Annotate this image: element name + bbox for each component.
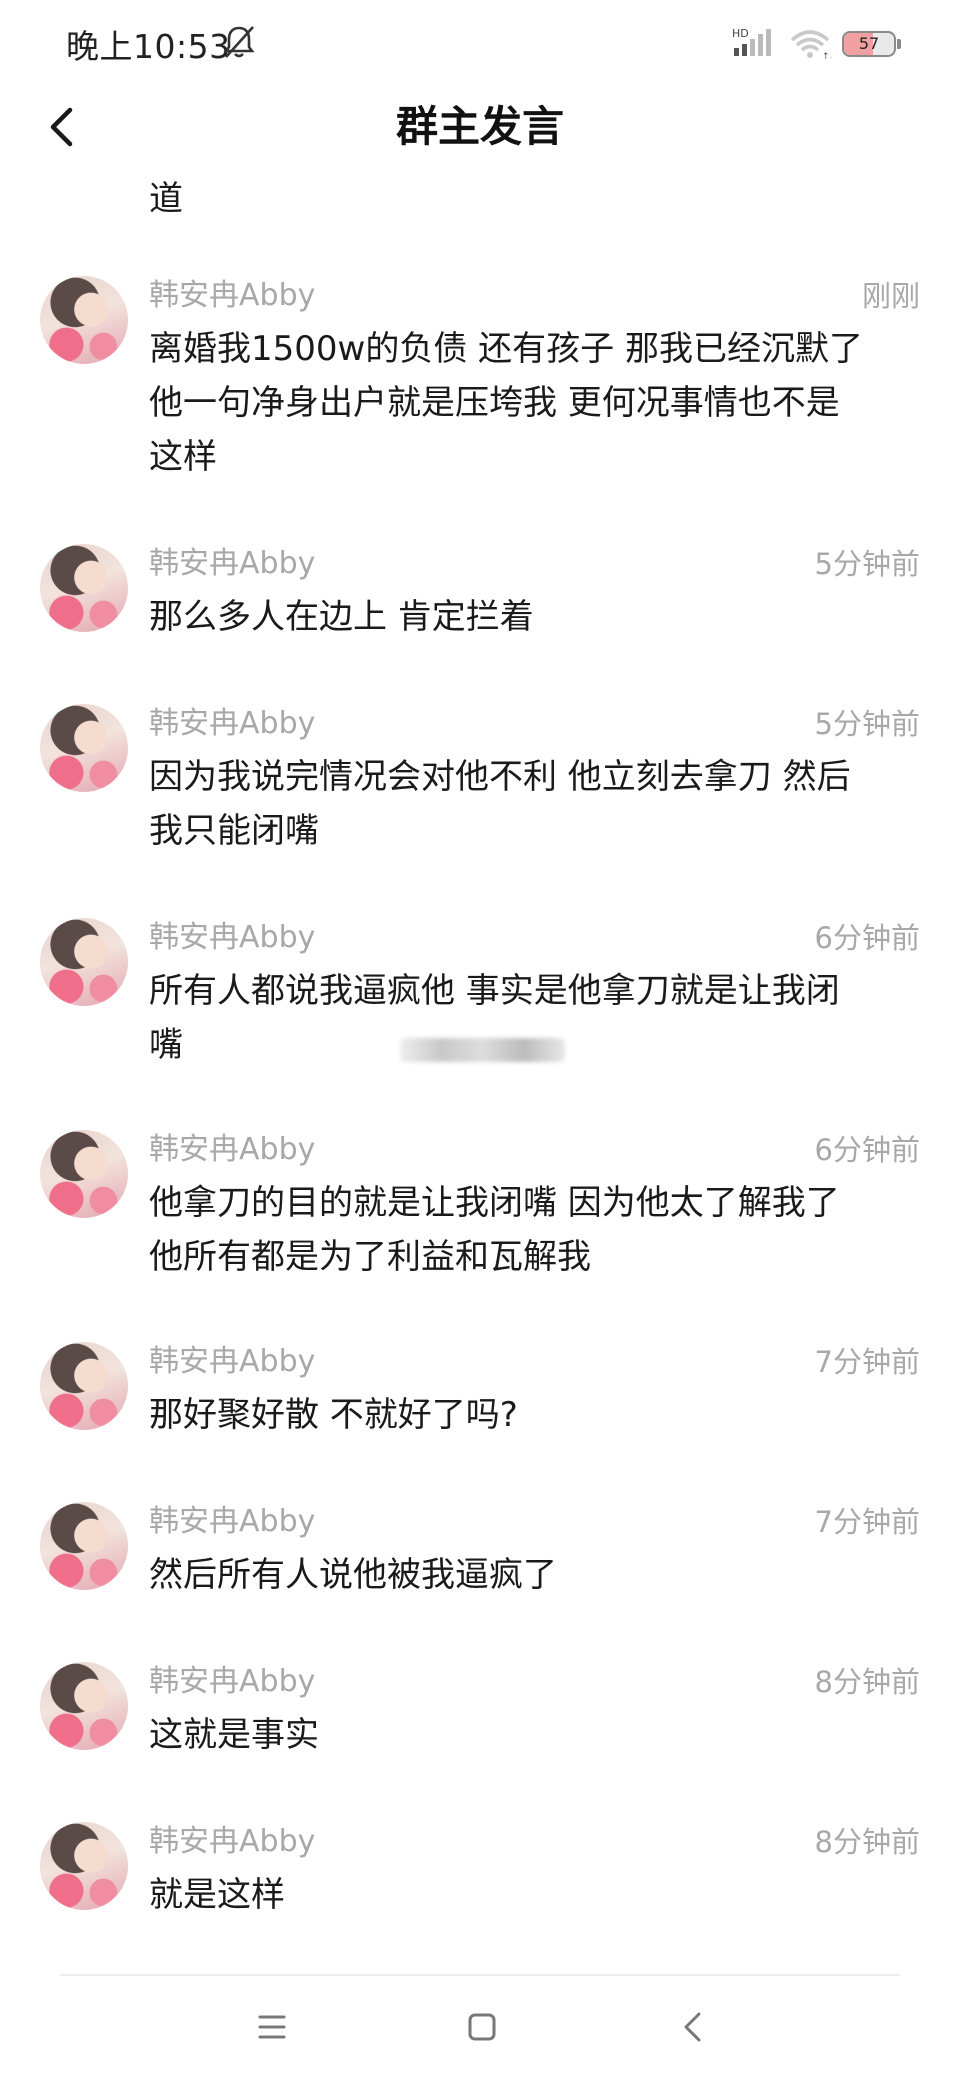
avatar[interactable] (40, 918, 128, 1006)
signal-icon: HD (732, 27, 771, 56)
message-time: 刚刚 (861, 279, 920, 313)
system-nav-bar (0, 1976, 960, 2080)
avatar[interactable] (40, 1342, 128, 1430)
avatar[interactable] (40, 1822, 128, 1910)
sender-name: 韩安冉Abby (149, 1132, 316, 1167)
avatar[interactable] (40, 544, 128, 632)
sender-name: 韩安冉Abby (149, 546, 316, 581)
network-label: HD (732, 27, 749, 40)
title-bar: 群主发言 (0, 86, 960, 168)
message-time: 7分钟前 (814, 1505, 920, 1539)
message-text: 因为我说完情况会对他不利 他立刻去拿刀 然后 我只能闭嘴 (149, 757, 851, 851)
message-text: 然后所有人说他被我逼疯了 (149, 1555, 557, 1595)
status-time: 晚上10:53 (66, 27, 231, 66)
avatar[interactable] (40, 704, 128, 792)
sender-name: 韩安冉Abby (149, 1824, 316, 1859)
message-time: 8分钟前 (814, 1825, 920, 1859)
sender-name: 韩安冉Abby (149, 1344, 316, 1379)
sender-name: 韩安冉Abby (149, 706, 316, 741)
avatar[interactable] (40, 276, 128, 364)
battery-icon: 57 (842, 31, 901, 57)
sender-name: 韩安冉Abby (149, 920, 316, 955)
message-text: 离婚我1500w的负债 还有孩子 那我已经沉默了 他一句净身出户就是压垮我 更何… (149, 329, 863, 477)
blurred-overlay (400, 1038, 565, 1062)
message-text: 那好聚好散 不就好了吗? (149, 1395, 518, 1435)
page-title: 群主发言 (395, 102, 564, 151)
svg-text:↑↓: ↑↓ (822, 52, 832, 60)
message-time: 6分钟前 (814, 921, 920, 955)
message-time: 5分钟前 (814, 547, 920, 581)
home-square-icon[interactable] (452, 2002, 512, 2052)
message-text: 就是这样 (149, 1875, 285, 1915)
bell-off-icon (223, 26, 255, 58)
message-text: 他拿刀的目的就是让我闭嘴 因为他太了解我了 他所有都是为了利益和瓦解我 (149, 1183, 840, 1277)
wifi-icon: ↑↓ (790, 30, 832, 60)
back-chevron-icon[interactable] (664, 2002, 724, 2052)
message-time: 5分钟前 (814, 707, 920, 741)
message-text: 那么多人在边上 肯定拦着 (149, 597, 534, 637)
menu-icon[interactable] (242, 2002, 302, 2052)
battery-level: 57 (858, 34, 880, 53)
sender-name: 韩安冉Abby (149, 1504, 316, 1539)
message-time: 6分钟前 (814, 1133, 920, 1167)
message-text: 这就是事实 (149, 1715, 319, 1755)
avatar[interactable] (40, 1130, 128, 1218)
message-time: 7分钟前 (814, 1345, 920, 1379)
truncated-message-text: 道 (149, 179, 183, 219)
avatar[interactable] (40, 1662, 128, 1750)
sender-name: 韩安冉Abby (149, 278, 316, 313)
sender-name: 韩安冉Abby (149, 1664, 316, 1699)
message-time: 8分钟前 (814, 1665, 920, 1699)
status-bar: 晚上10:53 HD ↑↓ 57 (0, 0, 960, 86)
avatar[interactable] (40, 1502, 128, 1590)
